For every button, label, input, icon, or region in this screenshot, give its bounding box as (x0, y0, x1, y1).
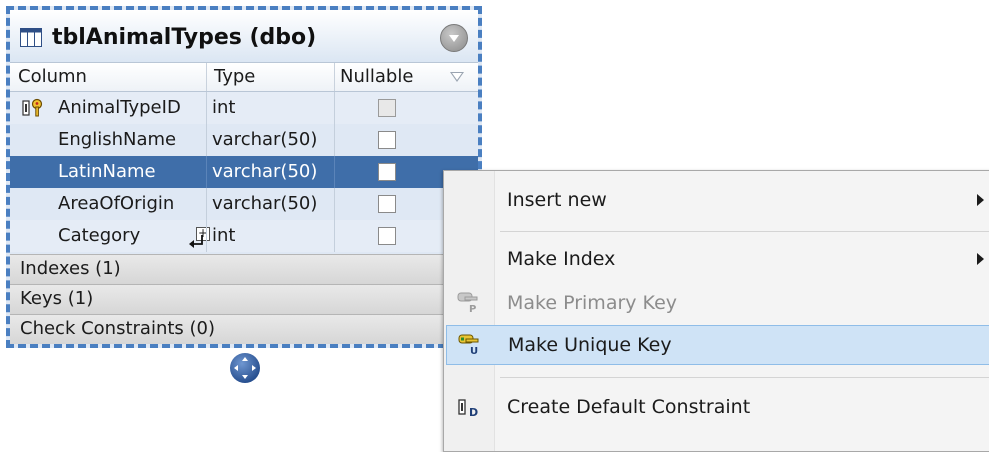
column-header-nullable[interactable]: Nullable (340, 66, 413, 87)
table-row[interactable]: AnimalTypeID int (10, 92, 478, 124)
nullable-checkbox[interactable] (378, 99, 396, 117)
collapse-button[interactable] (440, 24, 468, 52)
menu-separator (500, 377, 989, 378)
drag-cursor-icon (189, 235, 203, 248)
submenu-arrow-icon (977, 194, 984, 206)
column-name: Category (58, 225, 141, 246)
column-type: varchar(50) (212, 161, 318, 182)
table-title: tblAnimalTypes (dbo) (52, 25, 317, 50)
table-row[interactable]: Category + int (10, 220, 478, 252)
column-name: AreaOfOrigin (58, 193, 175, 214)
primary-key-icon (22, 98, 43, 117)
menu-item-make-unique-key[interactable]: U Make Unique Key (446, 325, 989, 365)
svg-text:U: U (470, 346, 478, 357)
keys-section[interactable]: Keys (1) (10, 284, 478, 314)
primary-key-icon: P (457, 292, 478, 315)
column-type: varchar(50) (212, 193, 318, 214)
column-type: int (212, 97, 236, 118)
default-constraint-icon: D (458, 399, 478, 419)
nullable-checkbox[interactable] (378, 227, 396, 245)
menu-item-make-index[interactable]: Make Index (444, 239, 989, 279)
menu-item-label: Make Index (507, 248, 616, 270)
nullable-checkbox[interactable] (378, 163, 396, 181)
table-row-selected[interactable]: LatinName varchar(50) (10, 156, 478, 188)
table-grid-icon (20, 28, 42, 47)
column-header-type[interactable]: Type (214, 66, 255, 87)
svg-text:D: D (469, 406, 478, 419)
check-constraints-label: Check Constraints (0) (20, 318, 216, 339)
svg-text:P: P (469, 304, 476, 315)
filter-icon[interactable] (450, 72, 464, 82)
column-name: LatinName (58, 161, 156, 182)
column-type: int (212, 225, 236, 246)
column-header-column[interactable]: Column (18, 66, 87, 87)
unique-key-icon: U (458, 334, 479, 357)
menu-item-label: Make Unique Key (508, 334, 672, 356)
nullable-checkbox[interactable] (378, 131, 396, 149)
table-header[interactable]: tblAnimalTypes (dbo) (10, 10, 478, 62)
nullable-checkbox[interactable] (378, 195, 396, 213)
keys-label: Keys (1) (20, 288, 94, 309)
move-handle-icon[interactable] (229, 352, 261, 384)
check-constraints-section[interactable]: Check Constraints (0) (10, 314, 478, 344)
column-type: varchar(50) (212, 129, 318, 150)
table-row[interactable]: AreaOfOrigin varchar(50) (10, 188, 478, 220)
menu-item-create-default-constraint[interactable]: D Create Default Constraint (444, 387, 989, 427)
table-designer-box[interactable]: tblAnimalTypes (dbo) Column Type Nullabl… (6, 6, 482, 348)
menu-item-make-primary-key[interactable]: P Make Primary Key (444, 283, 989, 323)
table-row[interactable]: EnglishName varchar(50) (10, 124, 478, 156)
indexes-label: Indexes (1) (20, 258, 121, 279)
column-name: AnimalTypeID (58, 97, 181, 118)
column-name: EnglishName (58, 129, 177, 150)
column-header-row: Column Type Nullable (10, 62, 478, 92)
context-menu: Insert new Make Index P Make Primary Key… (443, 170, 989, 452)
menu-item-label: Create Default Constraint (507, 396, 751, 418)
indexes-section[interactable]: Indexes (1) (10, 254, 478, 284)
menu-item-label: Insert new (507, 189, 607, 211)
menu-item-label: Make Primary Key (507, 292, 677, 314)
submenu-arrow-icon (977, 253, 984, 265)
menu-separator (500, 231, 989, 232)
menu-item-insert-new[interactable]: Insert new (444, 180, 989, 220)
